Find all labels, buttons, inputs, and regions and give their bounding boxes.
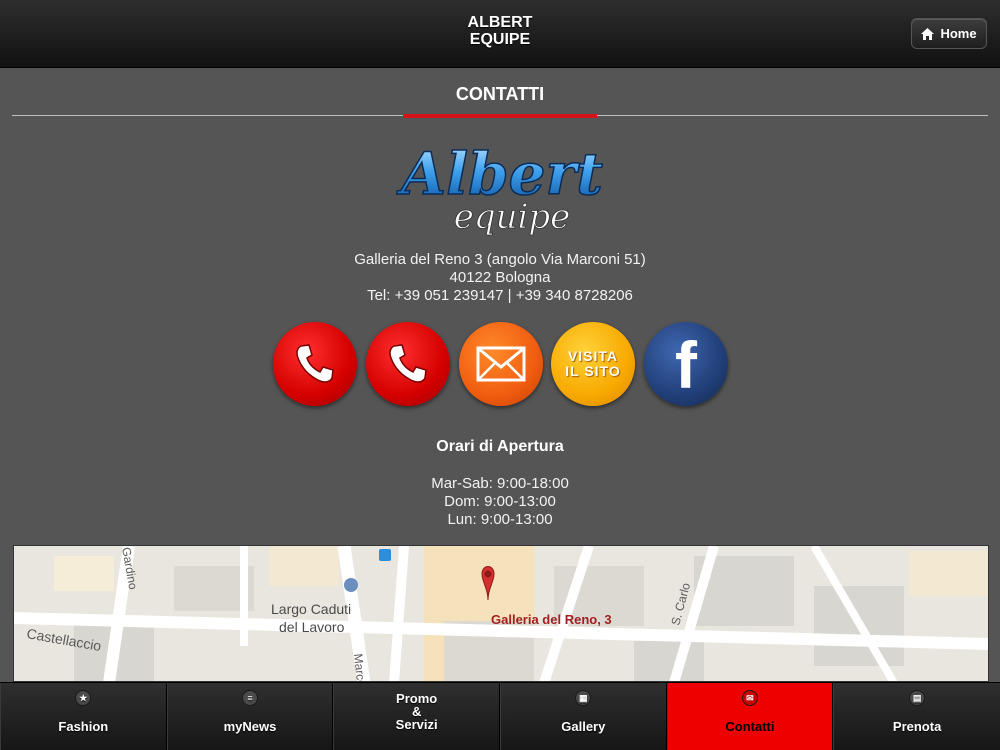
title-accent-bar — [403, 114, 597, 118]
tab-prenota[interactable]: ▤ Prenota — [833, 683, 1000, 750]
facebook-button[interactable]: f — [644, 322, 728, 406]
tab-label: Prenota — [892, 719, 942, 734]
hours-line: Mar-Sab: 9:00-18:00 — [431, 475, 569, 492]
facebook-glyph: f — [675, 334, 698, 394]
address-phones: Tel: +39 051 239147 | +39 340 8728206 — [367, 287, 633, 304]
phone-icon — [389, 344, 427, 383]
tab-mynews[interactable]: ≡ myNews — [166, 683, 334, 750]
call-button-1[interactable] — [273, 322, 357, 406]
bottom-tab-bar: ★ Fashion ≡ myNews Promo & Servizi ▦ Gal… — [0, 682, 1000, 750]
tab-promo-servizi[interactable]: Promo & Servizi — [333, 683, 500, 750]
tab-label: Gallery — [561, 719, 606, 734]
visit-site-button[interactable]: VISITA IL SITO — [551, 322, 635, 406]
tab-label: myNews — [223, 719, 277, 734]
envelope-icon: ✉ — [741, 690, 758, 706]
tab-gallery[interactable]: ▦ Gallery — [499, 683, 667, 750]
address-street: Galleria del Reno 3 (angolo Via Marconi … — [354, 251, 646, 268]
opening-hours: Mar-Sab: 9:00-18:00 Dom: 9:00-13:00 Lun:… — [0, 475, 1000, 529]
app-title: ALBERT EQUIPE — [467, 14, 533, 48]
facebook-icon: f — [675, 334, 698, 394]
address-block: Galleria del Reno 3 (angolo Via Marconi … — [0, 251, 1000, 305]
logo-text-equipe: equipe — [454, 197, 571, 237]
tab-contatti[interactable]: ✉ Contatti — [666, 683, 834, 750]
opening-hours-title: Orari di Apertura — [436, 438, 564, 455]
albert-equipe-logo: Albert equipe — [395, 139, 604, 237]
hours-line: Lun: 9:00-13:00 — [447, 511, 553, 528]
home-button-label: Home — [940, 26, 977, 41]
calendar-icon: ▤ — [909, 690, 926, 706]
grid-icon: ▦ — [575, 690, 592, 706]
email-button[interactable] — [459, 322, 543, 406]
address-city: 40122 Bologna — [449, 269, 551, 286]
envelope-icon — [476, 346, 526, 382]
map-canvas: Largo Caduti del Lavoro Gardino Castella… — [14, 546, 988, 681]
tab-fashion[interactable]: ★ Fashion — [0, 683, 167, 750]
app-header: ALBERT EQUIPE Home — [0, 0, 1000, 68]
location-map[interactable]: Largo Caduti del Lavoro Gardino Castella… — [13, 545, 989, 682]
map-place-label: del Lavoro — [279, 619, 345, 635]
tab-label: Fashion — [58, 719, 109, 734]
map-marker-label: Galleria del Reno, 3 — [491, 612, 612, 627]
list-icon: ≡ — [241, 690, 258, 706]
call-button-2[interactable] — [366, 322, 450, 406]
star-icon: ★ — [75, 690, 92, 706]
phone-icon — [296, 344, 334, 383]
tab-label: Promo & Servizi — [395, 691, 438, 732]
visit-site-label: VISITA IL SITO — [565, 348, 621, 379]
contact-actions: VISITA IL SITO f — [273, 322, 729, 408]
hours-line: Dom: 9:00-13:00 — [444, 493, 556, 510]
page-title: CONTATTI — [455, 84, 545, 104]
home-button[interactable]: Home — [911, 18, 987, 49]
tab-label: Contatti — [725, 719, 775, 734]
map-place-label: Largo Caduti — [271, 601, 351, 617]
home-icon — [921, 27, 935, 40]
